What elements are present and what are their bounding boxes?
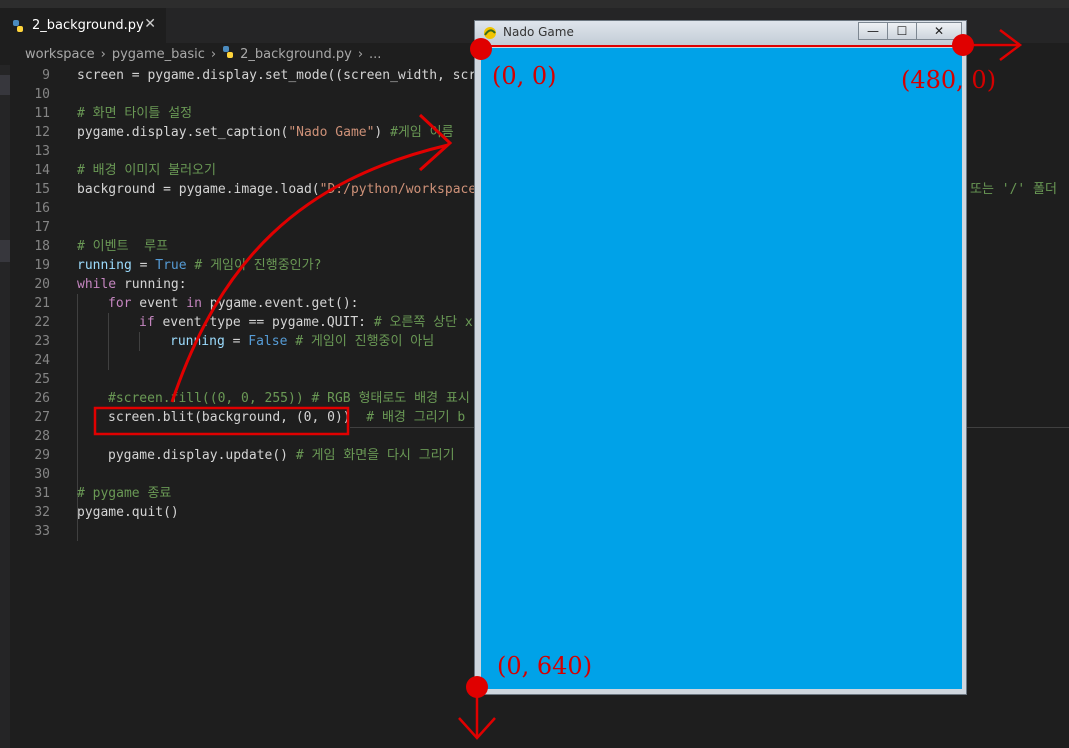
line-number: 27 [34,410,50,425]
code-text: screen = pygame.display.set_mode((screen… [77,68,484,83]
code-comment: 또는 '/' 폴더 [970,182,1057,197]
title-bar-strip [0,0,1069,8]
breadcrumb-file[interactable]: 2_background.py [240,47,352,62]
breadcrumb-pygame-basic[interactable]: pygame_basic [112,47,205,62]
line-number: 30 [34,467,50,482]
code-text: event.type == pygame.QUIT: [154,315,374,330]
coord-label-bottom-left: (0, 640) [497,652,593,680]
side-gutter [0,65,10,748]
line-number: 25 [34,372,50,387]
code-text: running: [116,277,187,292]
code-text: pygame.display.update() [108,448,296,463]
python-file-icon [222,46,234,62]
line-number: 24 [34,353,50,368]
code-text: event [131,296,187,311]
code-text: pygame.event.get(): [201,296,359,311]
code-comment: #screen.fill((0, 0, 255)) # RGB 형태로도 배경 … [108,391,470,406]
code-keyword: in [186,296,202,311]
game-window-titlebar[interactable]: Nado Game — ☐ ✕ [475,21,966,45]
gutter-mark [0,75,10,95]
code-keyword: if [139,315,155,330]
coord-label-top-right: (480, 0) [901,66,997,94]
code-text: background = pygame.image.load( [77,182,320,197]
line-number: 20 [34,277,50,292]
line-number: 28 [34,429,50,444]
code-keyword: while [77,277,117,292]
code-text: ) [374,125,391,140]
line-number: 16 [34,201,50,216]
gutter-mark [0,240,10,262]
code-comment: # 오른쪽 상단 x [373,315,473,330]
tab-label: 2_background.py [32,18,144,33]
line-number: 33 [34,524,50,539]
code-text: screen.blit(background, (0, 0)) [108,410,351,425]
line-number: 17 [34,220,50,235]
code-comment: # 이벤트 루프 [77,239,169,254]
chevron-right-icon: › [357,46,364,62]
coord-label-top-left: (0, 0) [492,62,557,90]
pygame-snake-icon [482,25,498,41]
line-number: 15 [34,182,50,197]
arrow-head-icon [458,717,496,740]
game-window-title: Nado Game [503,25,574,39]
chevron-right-icon: › [210,46,217,62]
game-window[interactable]: Nado Game — ☐ ✕ [474,20,967,695]
close-button[interactable]: ✕ [916,22,962,40]
code-variable: running [77,258,132,273]
game-canvas[interactable] [481,48,962,689]
tab-close-icon[interactable]: ✕ [144,16,156,32]
code-comment: # 게임 화면을 다시 그리기 [295,448,455,463]
line-number: 10 [34,87,50,102]
code-variable: running [170,334,225,349]
tab-2-background-py[interactable]: 2_background.py ✕ [0,8,166,43]
line-number: 13 [34,144,50,159]
breadcrumb-more[interactable]: ... [369,47,381,62]
python-file-icon [12,19,24,32]
line-number: 21 [34,296,50,311]
code-keyword: for [108,296,132,311]
code-keyword: True [155,258,187,273]
line-number: 19 [34,258,50,273]
line-number: 23 [34,334,50,349]
code-comment: # pygame 종료 [77,486,172,501]
line-number: 9 [42,68,50,83]
line-number: 18 [34,239,50,254]
code-text: pygame.quit() [77,505,179,520]
code-string: "D:/python/workspace/ [319,182,485,197]
code-comment: # 게임이 진행중인가? [186,258,322,273]
line-number: 31 [34,486,50,501]
code-string: "Nado Game" [288,125,375,140]
line-number: 26 [34,391,50,406]
code-text: pygame.display.set_caption( [77,125,289,140]
code-comment: # 게임이 진행중이 아님 [287,334,435,349]
maximize-button[interactable]: ☐ [887,22,917,40]
code-comment: # 배경 이미지 불러오기 [77,163,216,178]
line-number: 14 [34,163,50,178]
line-number: 32 [34,505,50,520]
code-keyword: False [248,334,288,349]
code-text: = [131,258,156,273]
line-number: 12 [34,125,50,140]
code-text: = [224,334,249,349]
breadcrumb-workspace[interactable]: workspace [25,47,95,62]
line-number: 11 [34,106,50,121]
line-number: 29 [34,448,50,463]
minimize-button[interactable]: — [858,22,888,40]
code-comment: # 화면 타이틀 설정 [77,106,193,121]
code-comment: # 배경 그리기 b [350,410,466,425]
code-comment: #게임 이름 [390,125,454,140]
line-number: 22 [34,315,50,330]
chevron-right-icon: › [100,46,106,62]
